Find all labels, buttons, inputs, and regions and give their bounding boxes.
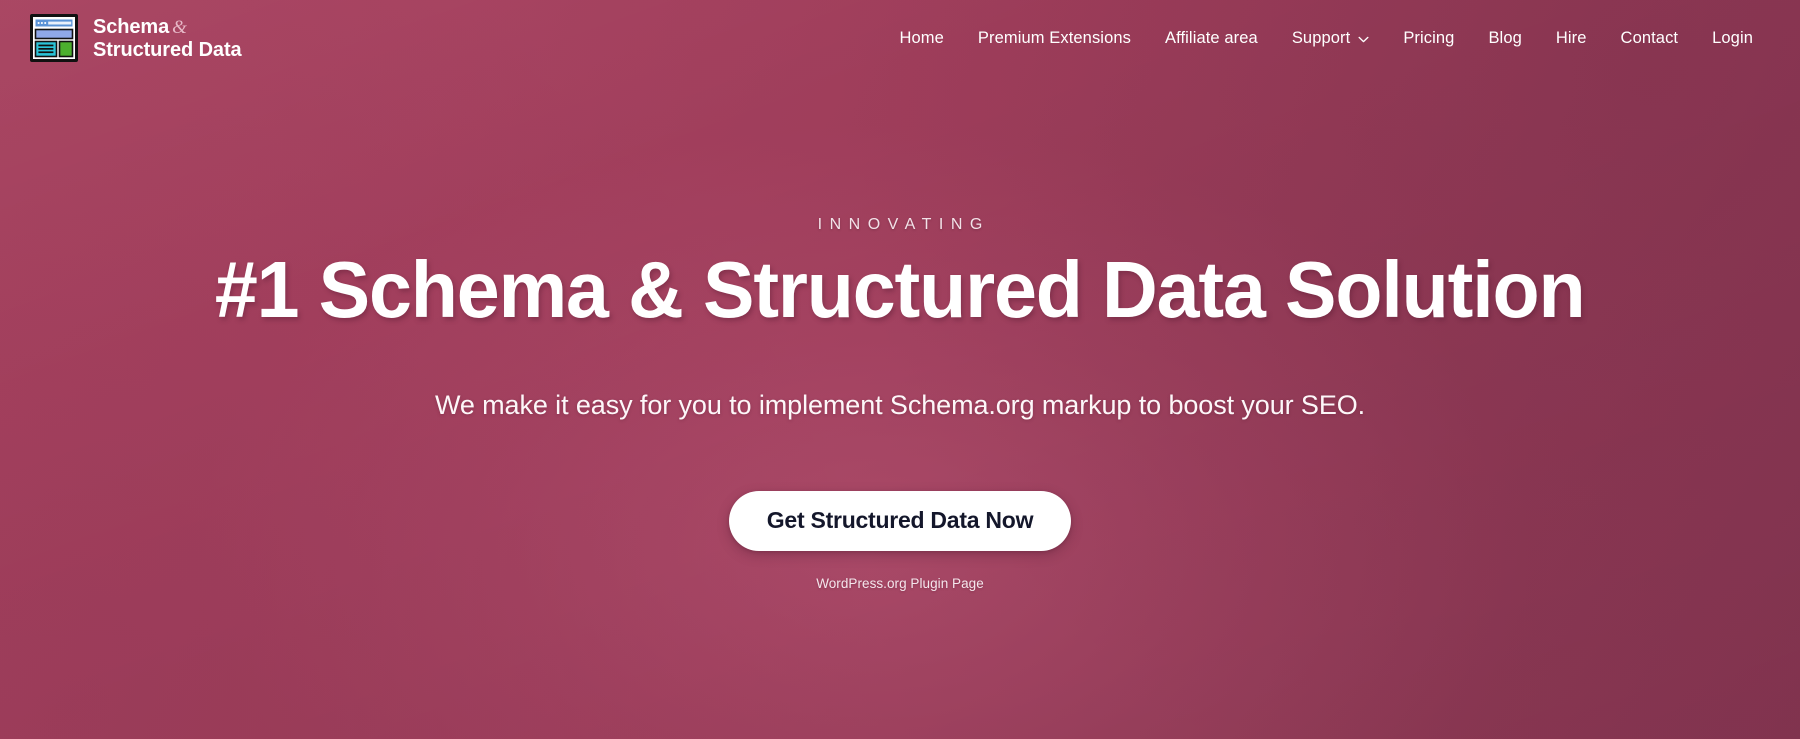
hero-subtitle: We make it easy for you to implement Sch… [434,390,1366,421]
get-structured-data-now-button[interactable]: Get Structured Data Now [729,490,1071,551]
hero-content: INNOVATING #1 Schema & Structured Data S… [0,0,1800,739]
page-title: #1 Schema & Structured Data Solution [215,245,1586,334]
hero-cta-group: Get Structured Data Now WordPress.org Pl… [729,490,1071,591]
hero-eyebrow: INNOVATING [817,216,990,233]
hero-section: Schema & Structured Data Home Premium Ext… [0,0,1800,739]
wordpress-plugin-page-link[interactable]: WordPress.org Plugin Page [816,576,984,591]
